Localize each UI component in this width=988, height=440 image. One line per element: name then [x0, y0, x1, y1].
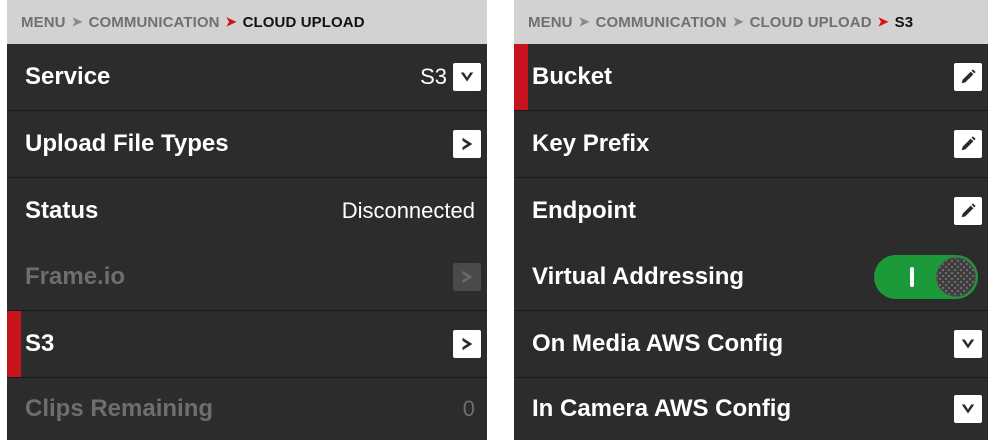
chevron-right-icon[interactable] [453, 330, 481, 358]
breadcrumb-item-menu[interactable]: MENU [528, 14, 573, 31]
menu-row-bucket[interactable]: Bucket [514, 44, 988, 110]
row-label: Endpoint [532, 197, 636, 224]
breadcrumb-item-menu[interactable]: MENU [21, 14, 66, 31]
breadcrumb: MENU ➤ COMMUNICATION ➤ CLOUD UPLOAD ➤ S3 [514, 0, 988, 44]
menu-row-frame-io: Frame.io [7, 244, 487, 310]
breadcrumb-current: CLOUD UPLOAD [242, 13, 365, 31]
menu-row-upload-file-types[interactable]: Upload File Types [7, 111, 487, 177]
chevron-right-icon [453, 263, 481, 291]
settings-list: Bucket Key Prefix Endpoint Virtual Addre… [514, 44, 988, 440]
breadcrumb-separator-icon: ➤ [732, 14, 744, 29]
menu-row-in-camera-aws-config[interactable]: In Camera AWS Config [514, 378, 988, 440]
cloud-upload-panel: MENU ➤ COMMUNICATION ➤ CLOUD UPLOAD Serv… [7, 0, 487, 440]
menu-row-status: Status Disconnected [7, 178, 487, 244]
breadcrumb-item-cloud-upload[interactable]: CLOUD UPLOAD [750, 14, 872, 31]
row-label: Key Prefix [532, 130, 650, 157]
chevron-down-icon[interactable] [954, 330, 982, 358]
row-label: Clips Remaining [25, 395, 214, 422]
chevron-down-icon[interactable] [954, 395, 982, 423]
breadcrumb-separator-current-icon: ➤ [877, 14, 889, 29]
menu-row-virtual-addressing[interactable]: Virtual Addressing [514, 244, 988, 310]
row-label: Upload File Types [25, 130, 229, 157]
row-label: Service [25, 63, 111, 90]
breadcrumb-current: S3 [894, 13, 914, 31]
selection-marker [514, 44, 528, 110]
row-label: Status [25, 197, 99, 224]
clips-remaining-value: 0 [462, 396, 475, 421]
toggle-on-indicator [910, 267, 914, 287]
row-label: S3 [25, 330, 55, 357]
settings-list: Service S3 Upload File Types Status Disc… [7, 44, 487, 440]
row-label: On Media AWS Config [532, 330, 784, 357]
row-label: In Camera AWS Config [532, 395, 792, 422]
menu-row-endpoint[interactable]: Endpoint [514, 178, 988, 244]
breadcrumb-separator-icon: ➤ [71, 14, 83, 29]
breadcrumb-item-communication[interactable]: COMMUNICATION [596, 14, 727, 31]
row-label: Virtual Addressing [532, 263, 745, 290]
menu-row-clips-remaining: Clips Remaining 0 [7, 378, 487, 440]
toggle-knob[interactable] [936, 257, 976, 297]
virtual-addressing-toggle[interactable] [874, 255, 978, 299]
selection-marker [7, 311, 21, 377]
row-value: S3 [420, 64, 447, 89]
menu-row-on-media-aws-config[interactable]: On Media AWS Config [514, 311, 988, 377]
row-label: Frame.io [25, 263, 126, 290]
breadcrumb-item-communication[interactable]: COMMUNICATION [89, 14, 220, 31]
pencil-icon[interactable] [954, 63, 982, 91]
pencil-icon[interactable] [954, 130, 982, 158]
breadcrumb-separator-current-icon: ➤ [225, 14, 237, 29]
chevron-down-icon[interactable] [453, 63, 481, 91]
breadcrumb: MENU ➤ COMMUNICATION ➤ CLOUD UPLOAD [7, 0, 487, 44]
pencil-icon[interactable] [954, 197, 982, 225]
status-value: Disconnected [341, 198, 475, 223]
menu-row-service[interactable]: Service S3 [7, 44, 487, 110]
breadcrumb-separator-icon: ➤ [578, 14, 590, 29]
row-label: Bucket [532, 63, 613, 90]
menu-row-key-prefix[interactable]: Key Prefix [514, 111, 988, 177]
menu-row-s3[interactable]: S3 [7, 311, 487, 377]
s3-settings-panel: MENU ➤ COMMUNICATION ➤ CLOUD UPLOAD ➤ S3… [514, 0, 988, 440]
chevron-right-icon[interactable] [453, 130, 481, 158]
